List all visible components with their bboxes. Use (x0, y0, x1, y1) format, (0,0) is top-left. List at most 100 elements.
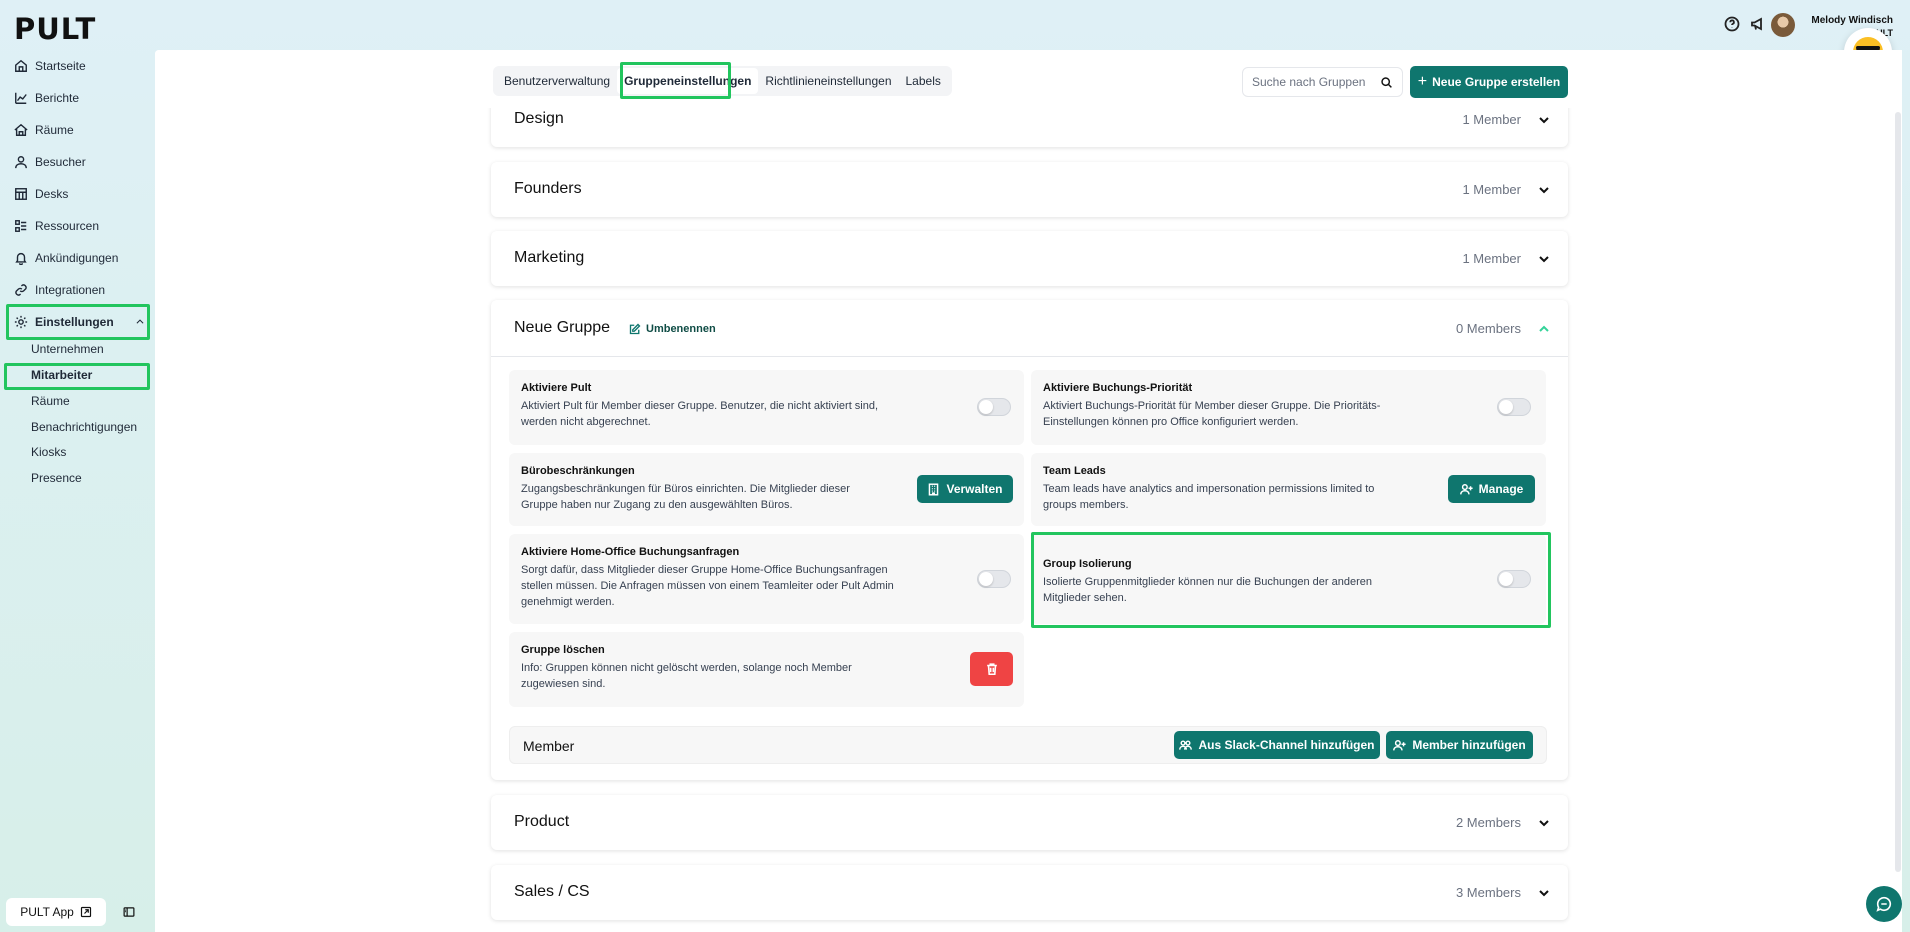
setting-gruppe-loeschen: Gruppe löschen Info: Gruppen können nich… (509, 632, 1024, 707)
home-icon (15, 59, 27, 72)
chevron-down-icon[interactable] (1538, 816, 1549, 827)
resource-icon (15, 220, 27, 232)
sidebar-item-berichte[interactable]: Berichte (14, 88, 79, 108)
sidebar-item-startseite[interactable]: Startseite (14, 56, 86, 76)
group-member-count: 1 Member (1462, 251, 1521, 266)
sidebar-sub-raeume[interactable]: Räume (31, 392, 70, 410)
sidebar-item-desks[interactable]: Desks (14, 184, 68, 204)
help-icon[interactable] (1724, 16, 1740, 37)
setting-title: Aktiviere Buchungs-Priorität (1043, 382, 1193, 394)
setting-description: Zugangsbeschränkungen für Büros einricht… (521, 483, 850, 511)
sidebar-item-ankuendigungen[interactable]: Ankündigungen (14, 248, 118, 268)
group-name: Product (514, 813, 570, 830)
toggle-buchungs-prioritaet[interactable] (1497, 398, 1531, 416)
sidebar-toggle-icon[interactable] (123, 905, 135, 923)
group-expanded-neue-gruppe: Neue Gruppe Umbenennen 0 Members Aktivie… (491, 300, 1568, 780)
delete-group-button[interactable] (970, 652, 1013, 686)
setting-description: Sorgt dafür, dass Mitglieder dieser Grup… (521, 564, 894, 608)
setting-buchungs-prioritaet: Aktiviere Buchungs-Priorität Aktiviert B… (1031, 370, 1546, 445)
group-member-count: 3 Members (1455, 885, 1521, 900)
setting-title: Gruppe löschen (521, 644, 605, 656)
add-user-icon (1459, 483, 1473, 494)
sidebar-sub-kiosks[interactable]: Kiosks (31, 443, 66, 461)
group-name: Sales / CS (514, 883, 590, 900)
chat-support-button[interactable] (1866, 886, 1902, 922)
group-member-count: 1 Member (1462, 112, 1521, 127)
setting-title: Aktiviere Home-Office Buchungsanfragen (521, 546, 740, 558)
link-icon (15, 284, 27, 296)
setting-title: Bürobeschränkungen (521, 465, 635, 477)
group-name: Marketing (514, 249, 585, 266)
chevron-down-icon[interactable] (1538, 113, 1549, 124)
scrollbar[interactable] (1894, 110, 1902, 932)
sidebar-item-ressourcen[interactable]: Ressourcen (14, 216, 99, 236)
toggle-home-office[interactable] (977, 570, 1011, 588)
group-name: Design (514, 110, 564, 127)
setting-home-office-anfragen: Aktiviere Home-Office Buchungsanfragen S… (509, 534, 1024, 624)
verwalten-button[interactable]: Verwalten (917, 475, 1013, 503)
building-icon (929, 482, 939, 496)
sidebar-sub-unternehmen[interactable]: Unternehmen (31, 340, 104, 358)
setting-description: Aktiviert Pult für Member dieser Gruppe.… (521, 400, 879, 428)
page-header (155, 50, 1894, 108)
chat-icon (1876, 896, 1892, 912)
sidebar-item-besucher[interactable]: Besucher (14, 152, 86, 172)
group-icon (1179, 739, 1193, 750)
sidebar-item-raeume[interactable]: Räume (14, 120, 74, 140)
sidebar-sub-presence[interactable]: Presence (31, 469, 82, 487)
pult-app-button[interactable]: PULT App (6, 898, 106, 926)
sidebar: Startseite Berichte Räume Besucher Desks… (0, 50, 155, 932)
user-name[interactable]: Melody Windisch (1811, 14, 1893, 28)
room-icon (14, 123, 28, 136)
top-bar: PULT Melody Windisch PULT (0, 0, 1910, 76)
new-group-button[interactable]: + Neue Gruppe erstellen (1410, 66, 1568, 98)
chevron-up-icon[interactable] (1538, 322, 1549, 332)
group-name: Founders (514, 180, 582, 197)
group-member-count: 2 Members (1455, 815, 1521, 830)
group-row-sales-cs[interactable]: Sales / CS 3 Members (491, 865, 1568, 920)
tab-benutzerverwaltung[interactable]: Benutzerverwaltung (497, 68, 617, 94)
desk-icon (15, 188, 27, 200)
user-avatar[interactable] (1771, 13, 1795, 37)
highlight-einstellungen (6, 304, 150, 340)
chevron-down-icon[interactable] (1538, 252, 1549, 263)
divider (491, 356, 1568, 357)
setting-description: Info: Gruppen können nicht gelöscht werd… (521, 662, 852, 690)
sidebar-sub-benachrichtigungen[interactable]: Benachrichtigungen (31, 418, 137, 436)
external-link-icon (80, 906, 91, 918)
highlight-mitarbeiter (4, 363, 150, 390)
group-member-count: 0 Members (1455, 321, 1521, 336)
highlight-group-isolierung (1031, 532, 1551, 628)
chart-icon (15, 92, 27, 104)
member-section: Member Aus Slack-Channel hinzufügen Memb… (509, 726, 1547, 764)
add-member-button[interactable]: Member hinzufügen (1386, 731, 1533, 759)
person-icon (15, 156, 27, 169)
plus-icon: + (1417, 73, 1428, 90)
main-content: Design 1 Member Founders 1 Member Market… (155, 50, 1902, 932)
pult-logo[interactable]: PULT (14, 12, 96, 46)
toggle-aktiviere-pult[interactable] (977, 398, 1011, 416)
setting-team-leads: Team Leads Team leads have analytics and… (1031, 453, 1546, 526)
rename-button[interactable]: Umbenennen (629, 323, 716, 335)
edit-icon (629, 323, 641, 335)
member-label: Member (523, 738, 575, 754)
add-from-slack-button[interactable]: Aus Slack-Channel hinzufügen (1174, 731, 1380, 759)
group-row-product[interactable]: Product 2 Members (491, 795, 1568, 850)
bell-icon (15, 252, 27, 265)
megaphone-icon[interactable] (1750, 16, 1766, 37)
tab-labels[interactable]: Labels (899, 68, 948, 94)
setting-description: Aktiviert Buchungs-Priorität für Member … (1043, 400, 1381, 428)
trash-icon (986, 663, 997, 676)
group-name: Neue Gruppe (514, 319, 611, 336)
search-input[interactable]: Suche nach Gruppen (1242, 67, 1403, 97)
chevron-down-icon[interactable] (1538, 886, 1549, 897)
sidebar-item-integrationen[interactable]: Integrationen (14, 280, 105, 300)
group-member-count: 1 Member (1462, 182, 1521, 197)
highlight-tab-gruppeneinstellungen (620, 62, 731, 99)
manage-button[interactable]: Manage (1448, 475, 1535, 503)
group-row-founders[interactable]: Founders 1 Member (491, 162, 1568, 217)
chevron-down-icon[interactable] (1538, 183, 1549, 194)
tab-richtlinieneinstellungen[interactable]: Richtlinieneinstellungen (758, 68, 898, 94)
group-row-marketing[interactable]: Marketing 1 Member (491, 231, 1568, 286)
setting-title: Team Leads (1043, 465, 1106, 477)
